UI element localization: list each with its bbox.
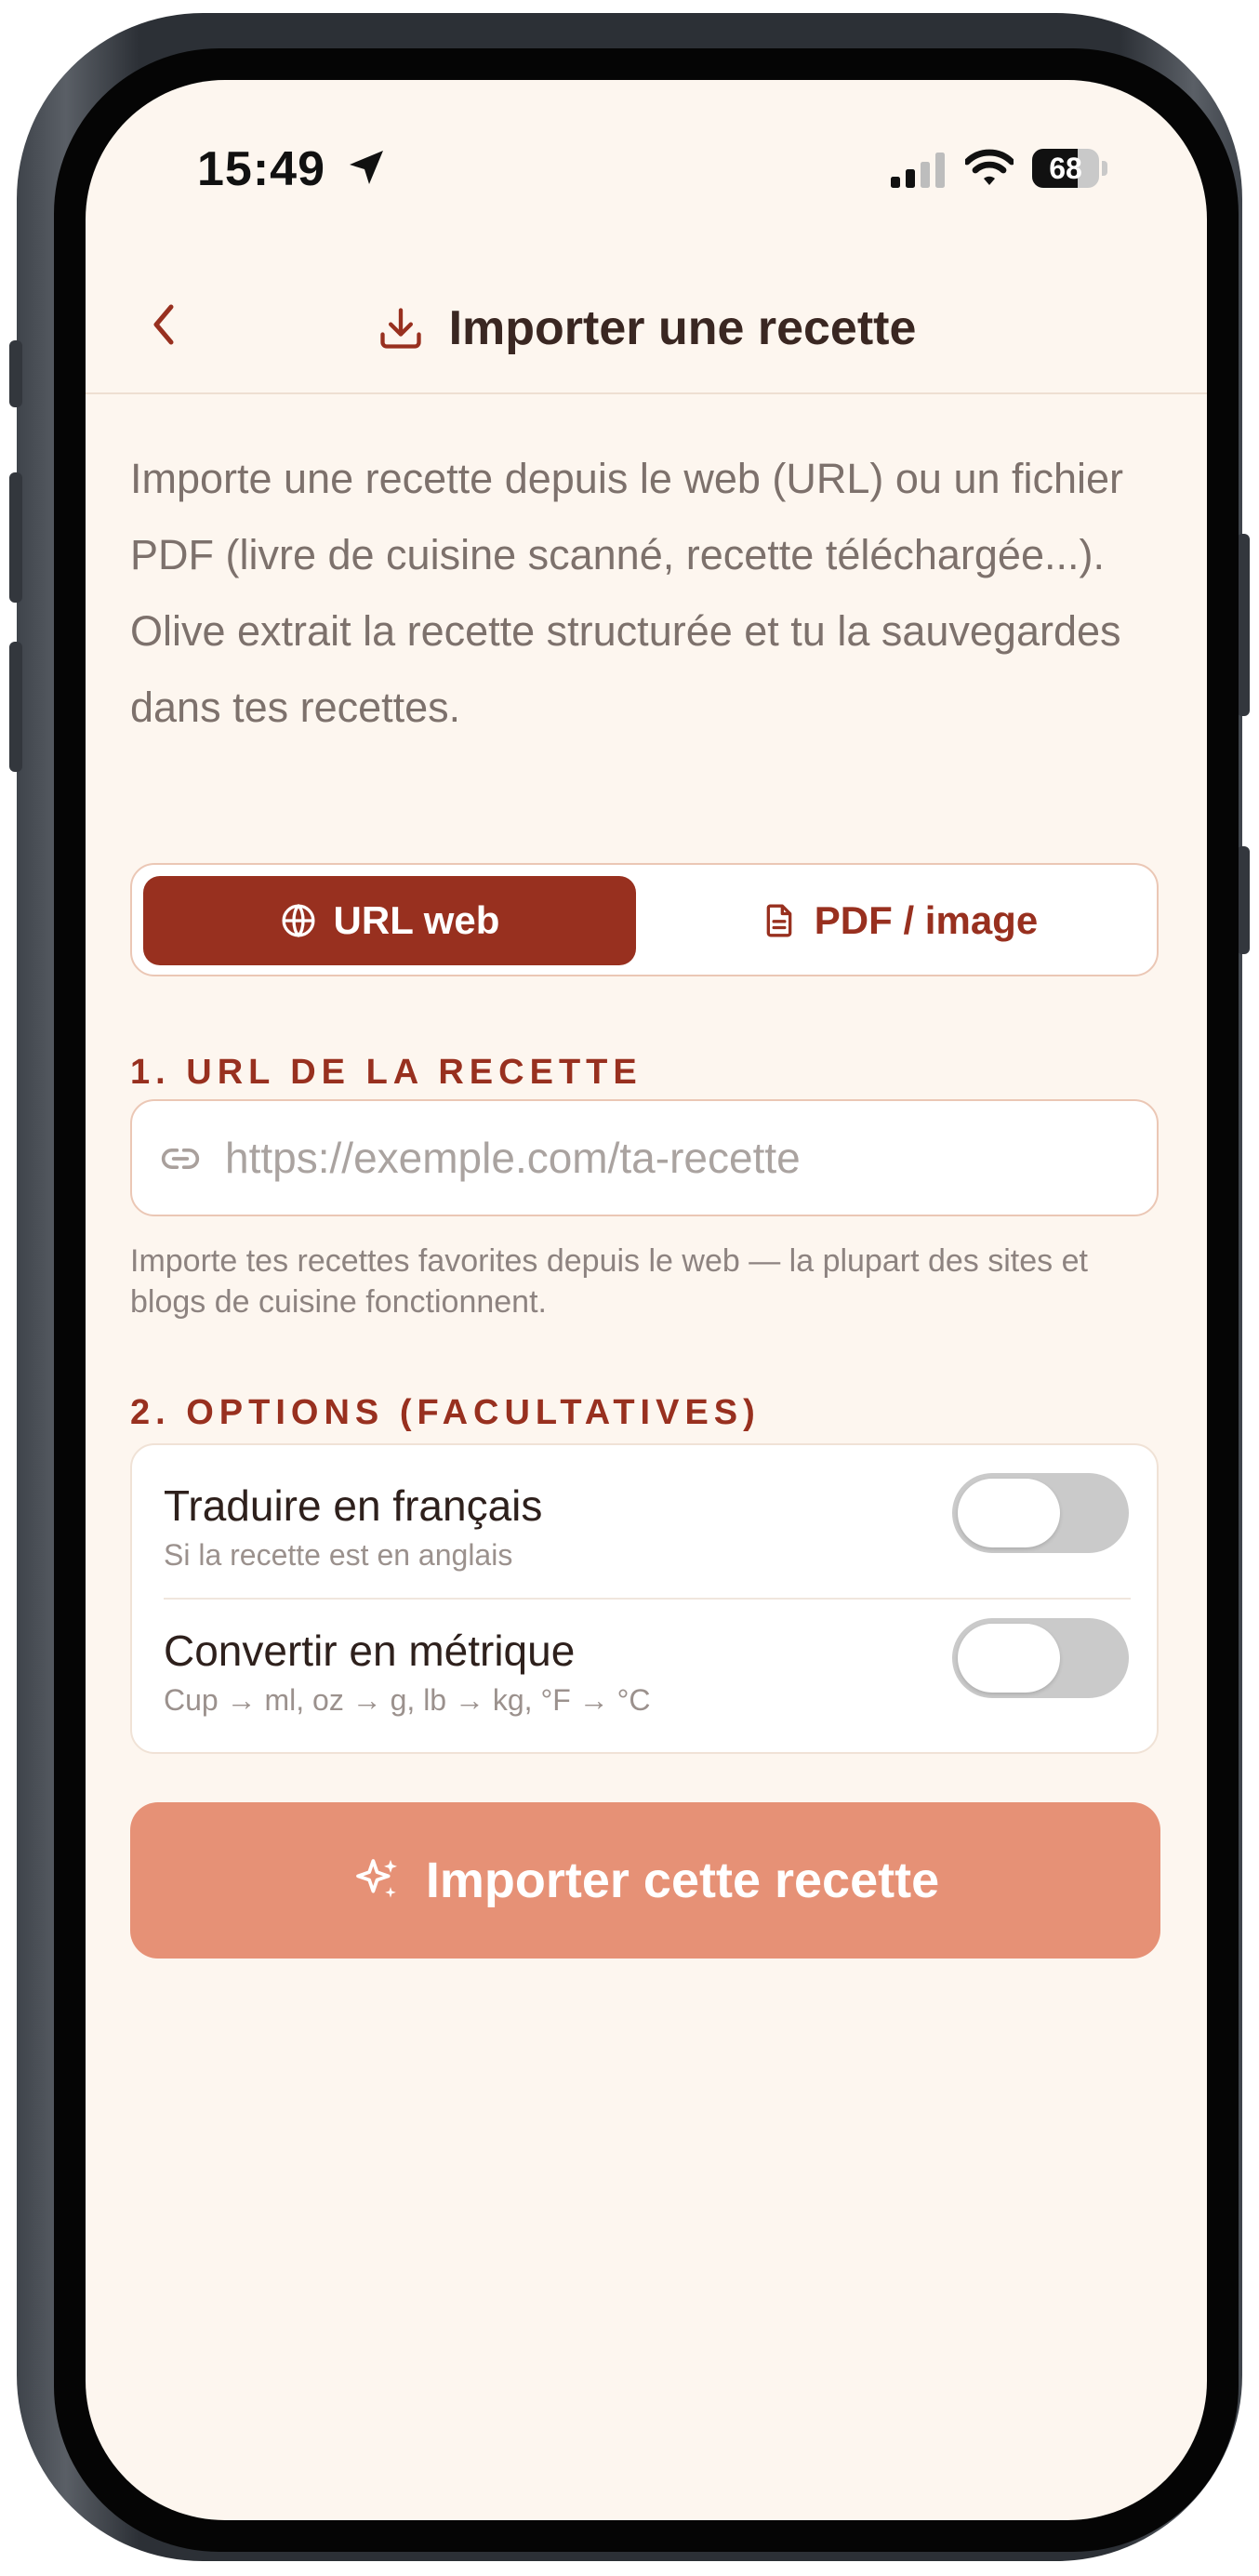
url-section-label: 1. URL DE LA RECETTE (130, 1053, 643, 1092)
page-title: Importer une recette (448, 301, 917, 355)
option-title: Convertir en métrique (164, 1627, 576, 1675)
url-input[interactable]: https://exemple.com/ta-recette (130, 1099, 1159, 1216)
header: Importer une recette (86, 286, 1207, 370)
document-icon (766, 904, 792, 937)
back-chevron-icon[interactable] (141, 285, 216, 368)
link-icon (161, 1149, 200, 1169)
intro-text: Importe une recette depuis le web (URL) … (130, 455, 1124, 731)
wifi-icon (965, 149, 1014, 185)
metric-toggle[interactable] (952, 1618, 1129, 1698)
tab-url-web[interactable]: URL web (143, 876, 636, 965)
url-hint: Importe tes recettes favorites depuis le… (130, 1243, 1088, 1320)
battery-body: 68 (1032, 149, 1099, 188)
volume-up-button (9, 472, 22, 603)
source-tabs: URL web PDF / image (130, 863, 1159, 976)
toggle-knob (958, 1479, 1060, 1547)
app-screen: 15:49 68 Importer une recette Importe un… (86, 80, 1207, 2520)
status-time: 15:49 (197, 142, 325, 196)
option-subtitle: Cup → ml, oz → g, lb → kg, °F → °C (164, 1683, 651, 1717)
options-section-label: 2. OPTIONS (FACULTATIVES) (130, 1393, 761, 1432)
header-divider (86, 392, 1207, 394)
url-placeholder: https://exemple.com/ta-recette (225, 1134, 801, 1182)
import-button-label: Importer cette recette (425, 1852, 940, 1908)
sparkles-icon (356, 1859, 397, 1898)
battery-percent: 68 (1049, 152, 1082, 185)
tab-pdf-image[interactable]: PDF / image (653, 876, 1146, 965)
camera-control-button (1237, 846, 1250, 954)
options-card: Traduire en français Si la recette est e… (130, 1443, 1159, 1754)
option-metric: Convertir en métrique Cup → ml, oz → g, … (132, 1600, 1157, 1748)
cellular-signal-icon (891, 153, 945, 188)
action-button (9, 340, 22, 407)
tab-url-web-label: URL web (333, 898, 500, 942)
download-icon (379, 308, 421, 349)
battery-tip (1102, 161, 1107, 176)
power-button (1237, 534, 1250, 716)
option-subtitle: Si la recette est en anglais (164, 1538, 513, 1572)
import-recipe-button[interactable]: Importer cette recette (130, 1802, 1160, 1959)
volume-down-button (9, 642, 22, 772)
location-arrow-icon (350, 151, 383, 184)
globe-icon (282, 903, 315, 938)
toggle-knob (958, 1624, 1060, 1693)
tab-pdf-image-label: PDF / image (814, 898, 1039, 942)
phone-frame: 15:49 68 Importer une recette Importe un… (9, 13, 1250, 2561)
option-translate: Traduire en français Si la recette est e… (132, 1445, 1157, 1594)
battery-indicator: 68 (1032, 149, 1108, 188)
option-title: Traduire en français (164, 1481, 543, 1530)
translate-toggle[interactable] (952, 1473, 1129, 1553)
